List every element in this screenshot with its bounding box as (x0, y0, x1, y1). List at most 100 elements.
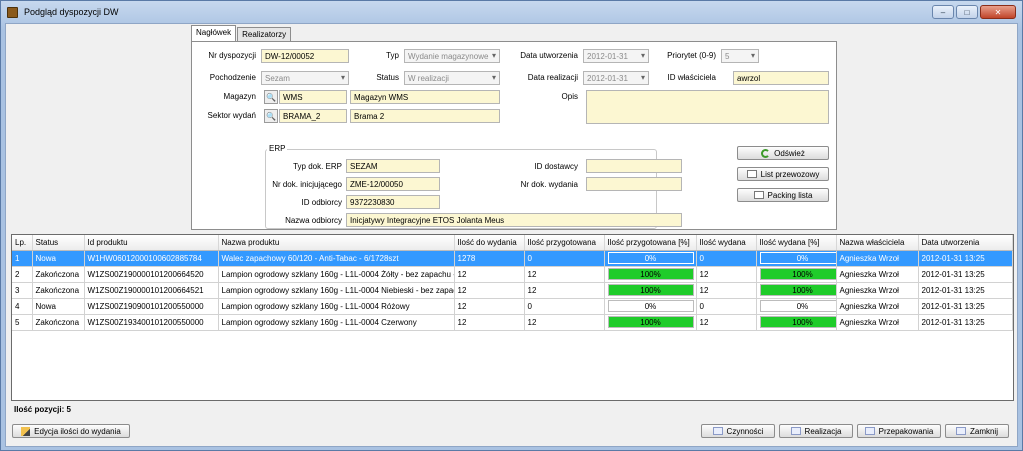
table-row[interactable]: 5 Zakończona W1ZS00Z193400101200550000 Lamp… (12, 314, 1013, 331)
cell-id: W1ZS00Z193400101200550000 (84, 314, 219, 331)
id-wlasciciela-field[interactable]: awrzol (733, 71, 829, 85)
cell-do-wydania: 1278 (454, 250, 525, 267)
odswiez-button[interactable]: Odśwież (737, 146, 829, 160)
id-odbiorcy-field[interactable]: 9372230830 (346, 195, 440, 209)
packing-lista-button[interactable]: Packing lista (737, 188, 829, 202)
tab-naglowek[interactable]: Nagłówek (191, 25, 237, 42)
cell-przygotowana: 12 (524, 266, 605, 283)
items-grid[interactable]: Lp. Status Id produktu Nazwa produktu Ilość … (11, 234, 1014, 401)
close-window-button[interactable]: ✕ (980, 5, 1016, 19)
column-header[interactable]: Lp. (12, 235, 33, 251)
cell-status: Zakończona (32, 266, 85, 283)
column-header[interactable]: Nazwa produktu (218, 235, 455, 251)
title-bar: Podgląd dyspozycji DW – □ ✕ (1, 1, 1022, 23)
nr-dyspozycji-field[interactable]: DW-12/00052 (261, 49, 349, 63)
column-header[interactable]: Nazwa właściciela (836, 235, 919, 251)
column-header[interactable]: Ilość wydana [%] (756, 235, 837, 251)
table-row[interactable]: 3 Zakończona W1ZS00Z190000101200664521 Lamp… (12, 282, 1013, 299)
table-body: 1 Nowa W1HW06012000100602885784 Walec zapac… (12, 250, 1013, 331)
cell-id: W1ZS00Z190000101200664521 (84, 282, 219, 299)
sektor-nazwa-field[interactable]: Brama 2 (350, 109, 500, 123)
cell-nazwa: Lampion ogrodowy szklany 160g - L1L-0004… (218, 314, 455, 331)
cell-przygotowana-progress: 100% (604, 266, 697, 283)
minimize-button[interactable]: – (932, 5, 954, 19)
sektor-kod-field[interactable]: BRAMA_2 (279, 109, 347, 123)
progress-bar: 100% (607, 268, 694, 280)
typ-label: Typ (386, 51, 399, 60)
sektor-label: Sektor wydań (207, 111, 256, 120)
opis-field[interactable] (586, 90, 829, 124)
zamknij-button[interactable]: Zamknij (945, 424, 1009, 438)
cell-wydana: 12 (696, 282, 757, 299)
progress-bar: 100% (607, 284, 694, 296)
cell-wydana: 0 (696, 250, 757, 267)
table-row[interactable]: 1 Nowa W1HW06012000100602885784 Walec zapac… (12, 250, 1013, 267)
progress-text: 100% (792, 285, 813, 295)
cell-id: W1ZS00Z190900101200550000 (84, 298, 219, 315)
nr-dok-wydania-field[interactable] (586, 177, 682, 191)
column-header[interactable]: Ilość do wydania (454, 235, 525, 251)
nazwa-odbiorcy-field[interactable]: Inicjatywy Integracyjne ETOS Jolanta Meu… (346, 213, 682, 227)
cell-data: 2012-01-31 13:25 (918, 282, 1013, 299)
table-row[interactable]: 2 Zakończona W1ZS00Z190000101200664520 Lamp… (12, 266, 1013, 283)
magazyn-search-icon[interactable]: 🔍 (264, 90, 278, 104)
app-icon (7, 6, 18, 18)
nazwa-odbiorcy-label: Nazwa odbiorcy (285, 216, 342, 225)
typ-dok-erp-field[interactable]: SEZAM (346, 159, 440, 173)
cell-do-wydania: 12 (454, 314, 525, 331)
tab-strip: Nagłówek Realizatorzy (191, 25, 292, 42)
progress-text: 0% (644, 301, 657, 311)
id-dostawcy-field[interactable] (586, 159, 682, 173)
nr-dok-inicjujacego-label: Nr dok. inicjującego (272, 180, 342, 189)
nr-dok-wydania-label: Nr dok. wydania (520, 180, 578, 189)
cell-wlasciciel: Agnieszka Wrzoł (836, 282, 919, 299)
list-przewozowy-button[interactable]: List przewozowy (737, 167, 829, 181)
typ-dropdown[interactable]: Wydanie magazynowe (404, 49, 500, 63)
priorytet-dropdown[interactable]: 5 (721, 49, 759, 63)
cell-lp: 1 (12, 250, 33, 267)
nr-dyspozycji-label: Nr dyspozycji (208, 51, 256, 60)
odswiez-label: Odśwież (774, 148, 805, 158)
cell-lp: 5 (12, 314, 33, 331)
cell-przygotowana: 0 (524, 250, 605, 267)
list-icon (864, 427, 875, 435)
status-label: Status (376, 73, 399, 82)
progress-bar: 100% (759, 316, 835, 328)
id-odbiorcy-label: ID odbiorcy (301, 198, 342, 207)
table-row[interactable]: 4 Nowa W1ZS00Z190900101200550000 Lampion og… (12, 298, 1013, 315)
pochodzenie-dropdown[interactable]: Sezam (261, 71, 349, 85)
column-header[interactable]: Ilość wydana (696, 235, 757, 251)
print-icon (746, 170, 757, 178)
data-utworzenia-label: Data utworzenia (520, 51, 578, 60)
czynnosci-button[interactable]: Czynności (701, 424, 775, 438)
tab-realizatorzy[interactable]: Realizatorzy (237, 27, 292, 42)
sektor-search-icon[interactable]: 🔍 (264, 109, 278, 123)
id-dostawcy-label: ID dostawcy (534, 162, 578, 171)
column-header[interactable]: Ilość przygotowana [%] (604, 235, 697, 251)
cell-wlasciciel: Agnieszka Wrzoł (836, 314, 919, 331)
edycja-ilosci-button[interactable]: Edycja ilości do wydania (12, 424, 130, 438)
maximize-button[interactable]: □ (956, 5, 978, 19)
cell-lp: 2 (12, 266, 33, 283)
cell-wlasciciel: Agnieszka Wrzoł (836, 298, 919, 315)
magazyn-kod-field[interactable]: WMS (279, 90, 347, 104)
cell-przygotowana-progress: 100% (604, 282, 697, 299)
progress-text: 100% (792, 269, 813, 279)
data-realizacji-picker[interactable]: 2012-01-31 (583, 71, 649, 85)
column-header[interactable]: Id produktu (84, 235, 219, 251)
nr-dok-inicjujacego-field[interactable]: ZME-12/00050 (346, 177, 440, 191)
cell-id: W1ZS00Z190000101200664520 (84, 266, 219, 283)
column-header[interactable]: Data utworzenia (918, 235, 1013, 251)
data-utworzenia-picker[interactable]: 2012-01-31 (583, 49, 649, 63)
priorytet-label: Priorytet (0-9) (667, 51, 716, 60)
przepakowania-button[interactable]: Przepakowania (857, 424, 941, 438)
column-header[interactable]: Status (32, 235, 85, 251)
progress-text: 0% (644, 253, 657, 263)
magazyn-nazwa-field[interactable]: Magazyn WMS (350, 90, 500, 104)
column-header[interactable]: Ilość przygotowana (524, 235, 605, 251)
list-icon (712, 427, 723, 435)
status-dropdown[interactable]: W realizacji (404, 71, 500, 85)
realizacja-button[interactable]: Realizacja (779, 424, 853, 438)
data-realizacji-label: Data realizacji (527, 73, 578, 82)
cell-wydana: 12 (696, 314, 757, 331)
